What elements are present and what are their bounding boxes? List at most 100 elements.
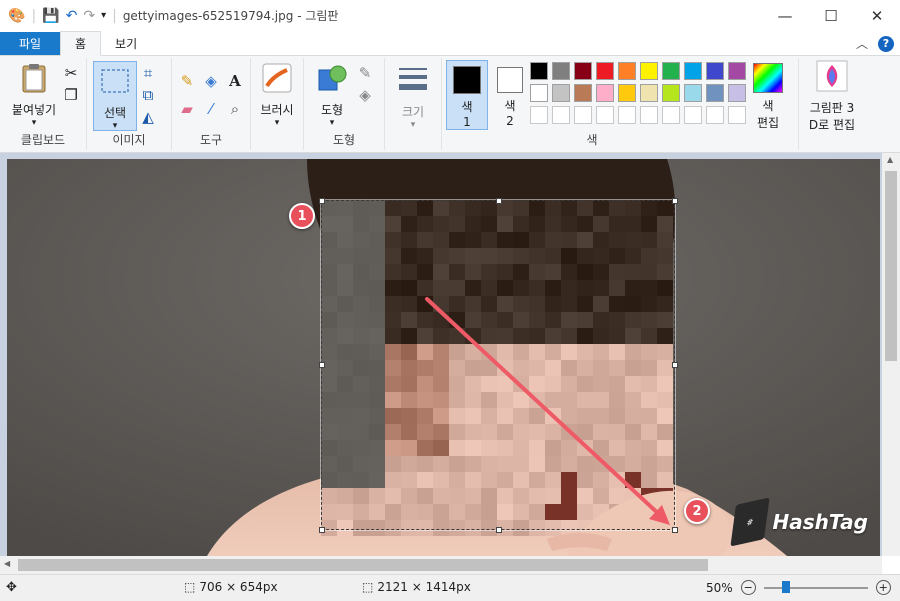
shapes-icon — [318, 65, 347, 91]
color-picker-icon[interactable]: ⁄ — [202, 100, 220, 118]
minimize-button[interactable]: — — [762, 0, 808, 31]
color-swatch[interactable] — [618, 62, 636, 80]
group-label-clipboard: 클립보드 — [20, 133, 66, 147]
copy-icon[interactable]: ❐ — [62, 86, 80, 104]
color1-button[interactable]: 색 1 — [446, 60, 488, 130]
custom-color-slot[interactable] — [530, 106, 548, 124]
tab-view[interactable]: 보기 — [101, 32, 151, 55]
paste-button[interactable]: 붙여넣기 ▾ — [6, 62, 62, 128]
undo-icon[interactable]: ↶ — [66, 9, 78, 23]
pencil-icon[interactable]: ✎ — [178, 72, 196, 90]
custom-color-slot[interactable] — [596, 106, 614, 124]
color-swatch[interactable] — [662, 62, 680, 80]
help-icon[interactable]: ? — [878, 35, 894, 52]
custom-color-slot[interactable] — [640, 106, 658, 124]
custom-color-slot[interactable] — [552, 106, 570, 124]
color-swatch[interactable] — [596, 84, 614, 102]
color-swatch[interactable] — [574, 62, 592, 80]
color-swatch[interactable] — [552, 84, 570, 102]
crop-icon[interactable]: ⌗ — [139, 64, 157, 82]
color-swatch[interactable] — [706, 84, 724, 102]
custom-color-slot[interactable] — [684, 106, 702, 124]
collapse-ribbon-icon[interactable]: ︿ — [856, 35, 868, 52]
eraser-icon[interactable]: ▰ — [178, 100, 196, 118]
canvas-area[interactable]: 1 2 # HashTag — [0, 153, 900, 556]
color-swatch[interactable] — [662, 84, 680, 102]
group-clipboard: 붙여넣기 ▾ ✂ ❐ 클립보드 — [0, 58, 87, 150]
zoom-in-icon[interactable]: + — [875, 580, 891, 595]
color1-swatch — [453, 66, 481, 94]
edit-with-paint3d-button[interactable]: 그림판 3 D로 편집 — [801, 60, 863, 133]
rotate-icon[interactable]: ◭ — [139, 108, 157, 126]
custom-color-slot[interactable] — [618, 106, 636, 124]
size-button[interactable]: 크기 ▾ — [393, 64, 433, 130]
color-swatch[interactable] — [640, 62, 658, 80]
color-swatch[interactable] — [728, 84, 746, 102]
text-icon[interactable]: A — [226, 72, 244, 90]
vertical-scrollbar[interactable]: ▲ — [882, 153, 900, 556]
color-swatch[interactable] — [530, 62, 548, 80]
zoom-level: 50% — [706, 580, 733, 595]
tab-home[interactable]: 홈 — [60, 31, 102, 56]
brush-icon — [262, 63, 292, 93]
cut-icon[interactable]: ✂ — [62, 64, 80, 82]
color2-button[interactable]: 색 2 — [490, 60, 530, 128]
brushes-button[interactable]: 브러시 ▾ — [255, 62, 299, 128]
ribbon: 붙여넣기 ▾ ✂ ❐ 클립보드 선택 ▾ ⌗ ⧉ ◭ 이미지 ✎ ◈ A ▰ ⁄… — [0, 56, 900, 153]
color-swatch[interactable] — [706, 62, 724, 80]
tab-file[interactable]: 파일 — [0, 32, 60, 55]
select-icon — [101, 69, 129, 93]
move-cursor-icon: ✥ — [6, 580, 17, 595]
save-icon[interactable]: 💾 — [42, 9, 59, 23]
custom-color-slot[interactable] — [574, 106, 592, 124]
vertical-scroll-thumb[interactable] — [885, 171, 897, 361]
resize-icon[interactable]: ⧉ — [139, 86, 157, 104]
group-paint3d: 그림판 3 D로 편집 — [799, 58, 865, 150]
color-swatch[interactable] — [530, 84, 548, 102]
scroll-up-icon[interactable]: ▲ — [887, 155, 893, 164]
select-label: 선택 — [103, 106, 127, 120]
color-swatch[interactable] — [684, 84, 702, 102]
color-swatch[interactable] — [728, 62, 746, 80]
outline-icon[interactable]: ✎ — [356, 64, 374, 82]
custom-color-slot[interactable] — [728, 106, 746, 124]
select-button[interactable]: 선택 ▾ — [93, 61, 137, 131]
quick-access-toolbar: 🎨 | 💾 ↶ ↷ ▾ | — [0, 9, 117, 23]
color-swatch[interactable] — [618, 84, 636, 102]
color-swatch[interactable] — [574, 84, 592, 102]
color-swatch[interactable] — [596, 62, 614, 80]
edit-colors-button[interactable]: 색 편집 — [748, 60, 788, 131]
color-swatch[interactable] — [684, 62, 702, 80]
paint3d-line1: 그림판 3 — [809, 101, 855, 115]
drag-arrow — [425, 297, 670, 525]
color2-swatch — [497, 67, 523, 93]
ribbon-tabs: 파일 홈 보기 ︿ ? — [0, 31, 900, 56]
zoom-slider[interactable] — [763, 580, 868, 593]
zoom-out-icon[interactable]: − — [740, 580, 756, 595]
custom-color-slot[interactable] — [662, 106, 680, 124]
horizontal-scrollbar[interactable]: ◀ — [0, 556, 882, 574]
custom-color-slot[interactable] — [706, 106, 724, 124]
shapes-button[interactable]: 도형 ▾ — [310, 62, 354, 128]
redo-icon[interactable]: ↷ — [83, 9, 95, 23]
zoom-controls: 50% − + — [706, 580, 891, 595]
paint3d-icon — [816, 60, 848, 92]
color-swatch[interactable] — [640, 84, 658, 102]
scroll-left-icon[interactable]: ◀ — [4, 559, 10, 568]
status-bar: ✥ ⬚ 706 × 654px ⬚ 2121 × 1414px 50% − + — [0, 574, 900, 601]
customize-qat-icon[interactable]: ▾ — [101, 10, 106, 21]
cursor-position: ✥ — [6, 580, 17, 595]
group-label-image: 이미지 — [112, 133, 146, 147]
zoom-slider-thumb[interactable] — [781, 580, 790, 593]
horizontal-scroll-thumb[interactable] — [18, 559, 708, 571]
color-swatch[interactable] — [552, 62, 570, 80]
maximize-button[interactable]: ☐ — [808, 0, 854, 31]
clipboard-icon — [22, 64, 46, 93]
photo-canvas[interactable]: 1 2 # HashTag — [7, 159, 880, 556]
fill-icon[interactable]: ◈ — [202, 72, 220, 90]
close-button[interactable]: ✕ — [854, 0, 900, 31]
shape-fill-icon[interactable]: ◈ — [356, 86, 374, 104]
magnifier-icon[interactable]: ⌕ — [226, 100, 244, 118]
color1-number: 1 — [463, 115, 471, 129]
edit-colors-line1: 색 — [762, 99, 774, 113]
